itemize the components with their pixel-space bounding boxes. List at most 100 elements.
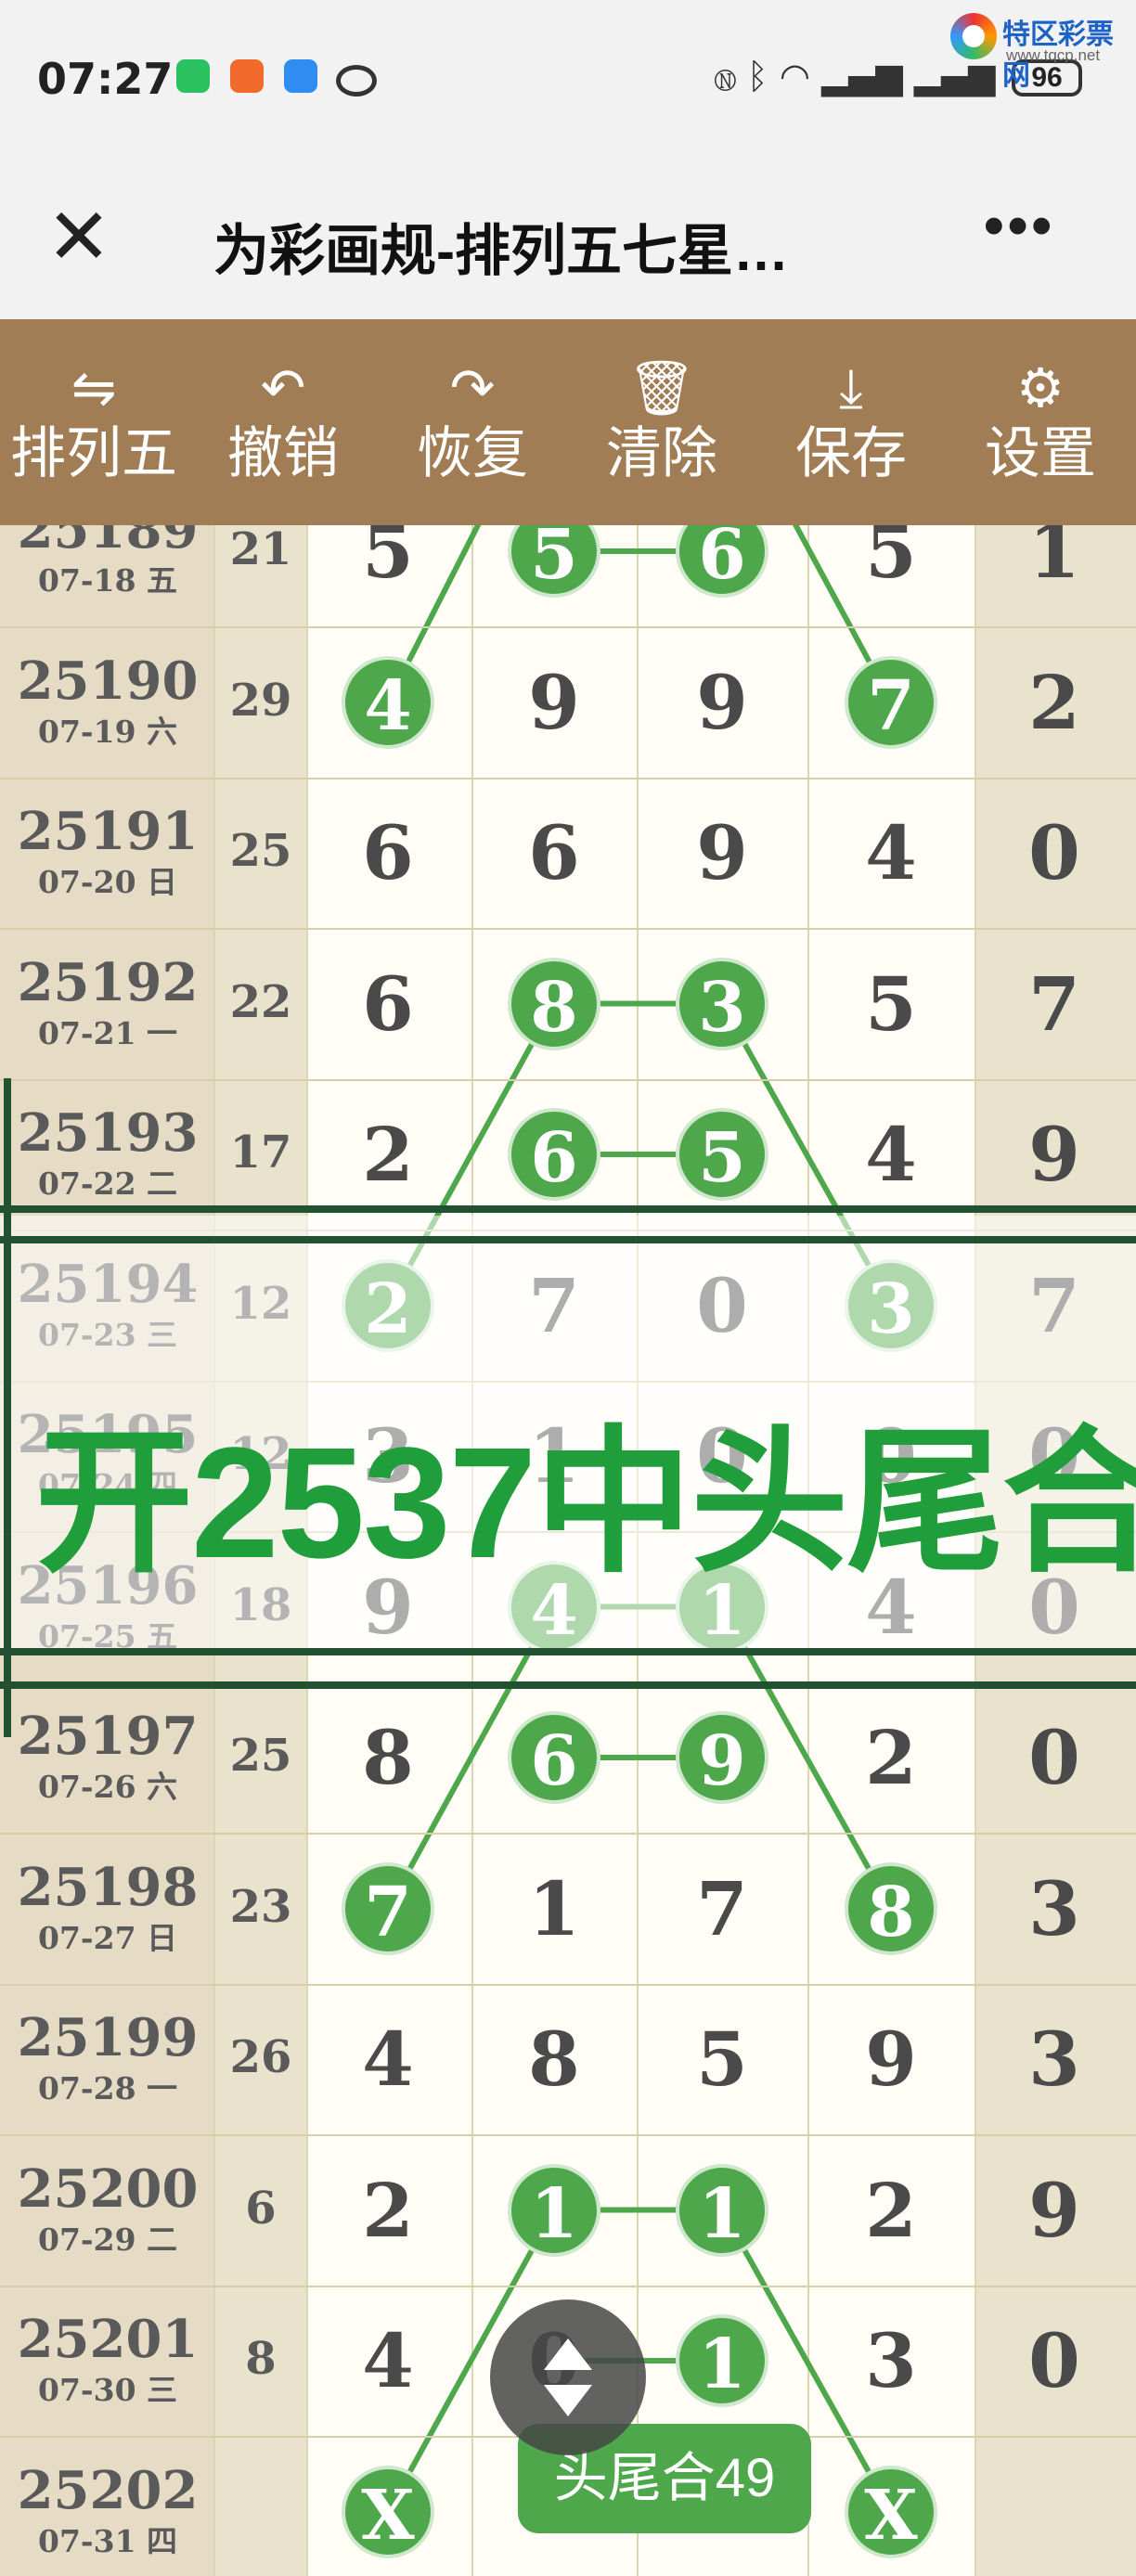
- annotation-text: 开2537中头尾合: [35, 1415, 1136, 1591]
- digit-cell: 1: [1028, 525, 1080, 595]
- status-bar: 07:27 Ⓝ ᛒ ◠ ▂▄▆ ▂▄▆ 96 特区彩票网 www.tqcp.ne…: [0, 0, 1136, 167]
- digit-cell: 7: [1028, 960, 1080, 1048]
- issue-number: 25193: [17, 1102, 199, 1164]
- digit-cell: 2: [362, 1111, 414, 1198]
- row-divider: [0, 2134, 1136, 2137]
- more-options-icon[interactable]: •••: [984, 193, 1055, 259]
- drawn-digit-ball[interactable]: 5: [676, 1108, 768, 1201]
- digit-cell: 9: [1028, 1111, 1080, 1198]
- digit-cell: 3: [1028, 1864, 1080, 1952]
- drawn-digit-ball[interactable]: 6: [508, 1108, 600, 1201]
- issue-number: 25202: [17, 2459, 199, 2521]
- digit-cell: 4: [362, 2016, 414, 2103]
- watermark: 特区彩票网 www.tqcp.net: [950, 9, 1127, 91]
- drawn-digit-ball[interactable]: 4: [342, 655, 434, 749]
- row-divider: [0, 928, 1136, 931]
- save-label: 保存: [795, 422, 907, 484]
- watermark-logo: [950, 13, 997, 59]
- issue-number: 25191: [17, 801, 199, 862]
- drawn-digit-ball[interactable]: 1: [676, 2163, 768, 2257]
- digit-cell: 8: [528, 2016, 580, 2103]
- issue-cell: 25190 07-19 六: [0, 649, 215, 751]
- trend-chart[interactable]: 25189 07-18 五 21 5 5 6 5 1 25190 07-19 六 29 4 9 9 7 2 25…: [0, 525, 1136, 2576]
- close-icon[interactable]: ✕: [37, 195, 121, 278]
- issue-number: 25200: [17, 2157, 199, 2220]
- digit-cell: 2: [865, 2166, 917, 2254]
- save-button[interactable]: ⤓ 保存: [763, 356, 939, 488]
- bluetooth-icon: ᛒ: [746, 56, 768, 97]
- drawn-digit-ball[interactable]: 7: [845, 655, 937, 749]
- issue-date: 07-26 六: [37, 1769, 178, 1805]
- row-divider: [0, 1983, 1136, 1986]
- issue-cell: 25200 07-29 二: [0, 2157, 215, 2259]
- frame-line: [4, 1078, 11, 1737]
- digit-cell: 2: [865, 1714, 917, 1801]
- frame-line: [0, 1681, 1136, 1689]
- issue-cell: 25189 07-18 五: [0, 525, 215, 599]
- digit-cell: 1: [528, 1864, 580, 1952]
- issue-date: 07-28 一: [37, 2070, 178, 2106]
- sum-value: 22: [229, 975, 292, 1028]
- digit-cell: 2: [1028, 658, 1080, 746]
- digit-cell: 2: [362, 2166, 414, 2254]
- digit-cell: 5: [865, 960, 917, 1048]
- switch-game-button[interactable]: ⇋ 排列五: [6, 356, 182, 488]
- drawn-digit-ball[interactable]: 6: [508, 1711, 600, 1804]
- trash-icon: 🗑: [627, 356, 696, 419]
- drawn-digit-ball[interactable]: 1: [508, 2163, 600, 2257]
- digit-cell: 9: [696, 658, 748, 746]
- sum-value: 29: [229, 674, 292, 727]
- digit-cell: 4: [865, 1111, 917, 1198]
- issue-date: 07-19 六: [37, 713, 178, 750]
- digit-cell: 7: [696, 1864, 748, 1952]
- row-divider: [0, 1078, 1136, 1081]
- title-bar: ✕ 为彩画规-排列五七星… •••: [0, 167, 1136, 319]
- digit-cell: 0: [1028, 2317, 1080, 2404]
- issue-cell: 25192 07-21 一: [0, 950, 215, 1052]
- issue-number: 25192: [17, 951, 199, 1013]
- wifi-icon: ◠: [779, 56, 810, 97]
- issue-cell: 25201 07-30 三: [0, 2307, 215, 2409]
- drawn-digit-ball[interactable]: 3: [676, 957, 768, 1050]
- undo-icon: ↶: [260, 356, 306, 419]
- issue-cell: 25193 07-22 二: [0, 1101, 215, 1203]
- issue-date: 07-21 一: [37, 1014, 178, 1051]
- drawn-digit-ball[interactable]: 9: [676, 1711, 768, 1804]
- frame-line: [0, 1205, 1136, 1213]
- swap-icon: ⇋: [71, 356, 117, 419]
- drawn-digit-ball[interactable]: X: [342, 2465, 434, 2558]
- digit-cell: 8: [362, 1714, 414, 1801]
- issue-date: 07-27 日: [37, 1919, 178, 1956]
- sum-value: 6: [245, 2182, 277, 2235]
- issue-number: 25189: [17, 525, 199, 560]
- issue-number: 25197: [17, 1706, 199, 1767]
- redo-icon: ↷: [449, 356, 496, 419]
- issue-cell: 25197 07-26 六: [0, 1704, 215, 1806]
- drawn-digit-ball[interactable]: 1: [676, 2314, 768, 2407]
- drawn-digit-ball[interactable]: X: [845, 2465, 937, 2558]
- issue-date: 07-31 四: [37, 2522, 178, 2559]
- sum-value: 17: [229, 1127, 292, 1179]
- drawn-digit-ball[interactable]: 7: [342, 1861, 434, 1955]
- undo-button[interactable]: ↶ 撤销: [195, 356, 371, 488]
- undo-label: 撤销: [227, 422, 339, 484]
- gear-icon: ⚙: [1016, 356, 1065, 419]
- watermark-url: www.tqcp.net: [1006, 46, 1101, 64]
- scroll-toggle-button[interactable]: [490, 2299, 646, 2455]
- issue-number: 25190: [17, 650, 199, 712]
- digit-cell: 6: [528, 809, 580, 896]
- sum-value: 26: [229, 2031, 292, 2083]
- download-icon: ⤓: [839, 356, 863, 419]
- arrow-up-icon: [544, 2338, 592, 2370]
- toolbar: ⇋ 排列五 ↶ 撤销 ↷ 恢复 🗑 清除 ⤓ 保存 ⚙ 设置: [0, 319, 1136, 525]
- sum-value: 25: [229, 1730, 292, 1782]
- settings-button[interactable]: ⚙ 设置: [952, 356, 1129, 488]
- clear-label: 清除: [606, 422, 717, 484]
- drawn-digit-ball[interactable]: 8: [845, 1861, 937, 1955]
- redo-button[interactable]: ↷ 恢复: [384, 356, 561, 488]
- clear-button[interactable]: 🗑 清除: [574, 356, 750, 488]
- switch-game-label: 排列五: [10, 422, 177, 484]
- drawn-digit-ball[interactable]: 8: [508, 957, 600, 1050]
- digit-cell: 9: [696, 809, 748, 896]
- page-title: 为彩画规-排列五七星…: [213, 220, 789, 282]
